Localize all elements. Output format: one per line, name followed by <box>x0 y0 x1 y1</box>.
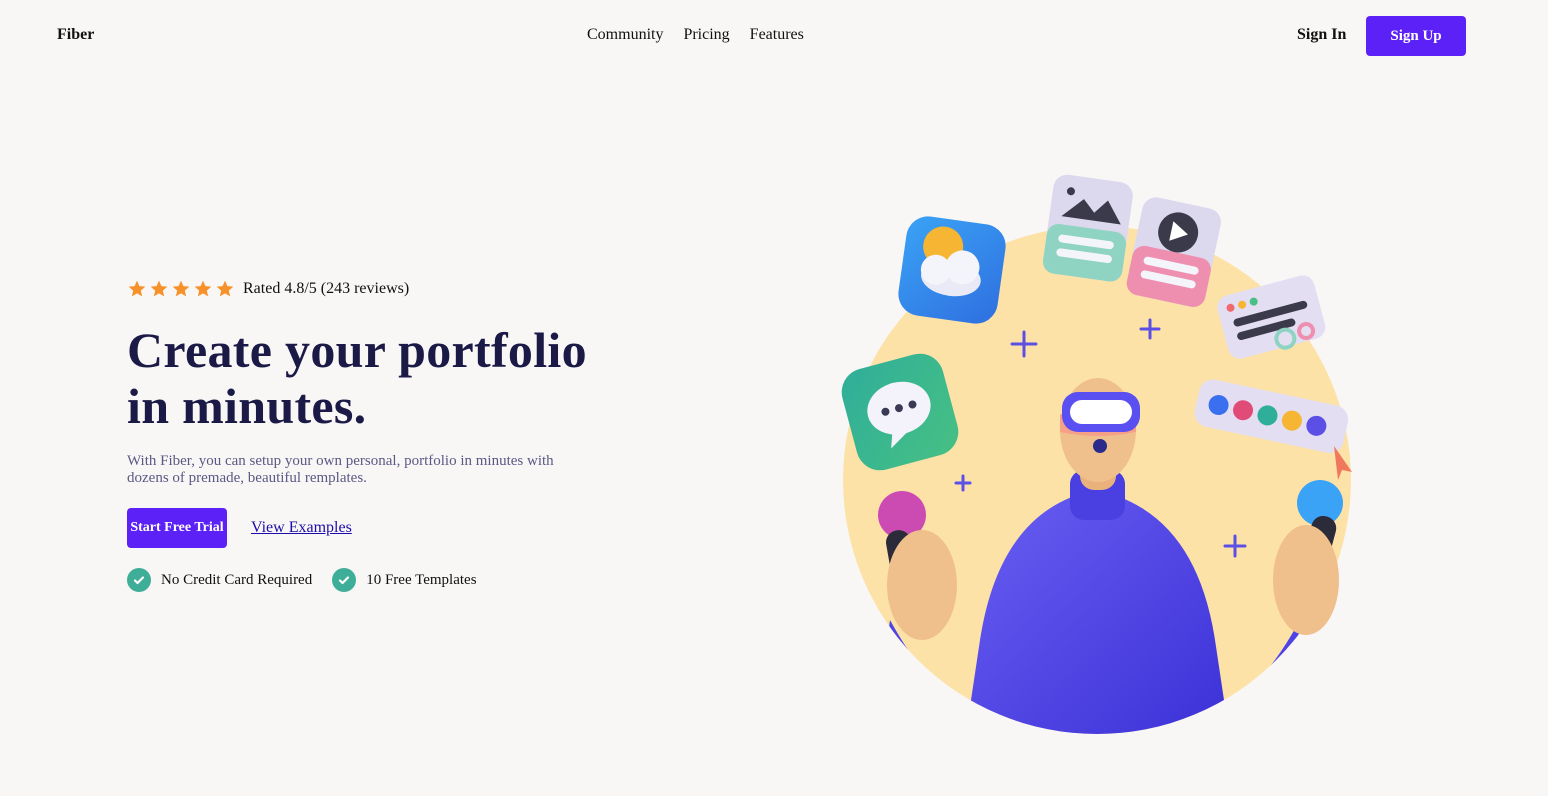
brand-logo[interactable]: Fiber <box>57 26 94 44</box>
rating-stars <box>127 279 235 299</box>
weather-app-icon <box>898 216 1006 324</box>
check-icon <box>127 568 151 592</box>
sign-in-link[interactable]: Sign In <box>1297 26 1346 44</box>
perk-item: No Credit Card Required <box>127 568 312 592</box>
star-icon <box>216 280 234 297</box>
view-examples-link[interactable]: View Examples <box>251 519 352 537</box>
landing-page: Fiber Community Pricing Features Sign In… <box>0 0 1548 796</box>
check-icon <box>332 568 357 592</box>
sign-up-button[interactable]: Sign Up <box>1366 16 1466 56</box>
perk-label: No Credit Card Required <box>161 571 313 588</box>
rating: Rated 4.8/5 (243 reviews) <box>127 279 409 299</box>
perk-item: 10 Free Templates <box>332 568 477 592</box>
main-nav: Community Pricing Features <box>587 26 804 44</box>
nav-link-features[interactable]: Features <box>750 26 804 44</box>
perks-list: No Credit Card Required 10 Free Template… <box>127 568 477 592</box>
star-icon <box>172 280 190 297</box>
hero-illustration <box>841 174 1352 734</box>
headline-line-1: Create your portfolio <box>127 322 587 378</box>
star-icon <box>194 280 212 297</box>
perk-label: 10 Free Templates <box>366 571 477 588</box>
star-icon <box>128 280 146 297</box>
gallery-card-icon <box>1042 174 1133 282</box>
hero-headline: Create your portfolio in minutes. <box>127 322 607 434</box>
rating-text: Rated 4.8/5 (243 reviews) <box>243 280 410 297</box>
start-free-trial-button[interactable]: Start Free Trial <box>127 508 227 548</box>
star-icon <box>150 280 168 297</box>
nav-link-community[interactable]: Community <box>587 26 663 44</box>
hero-description: With Fiber, you can setup your own perso… <box>127 453 554 486</box>
headline-line-2: in minutes. <box>127 378 367 434</box>
nav-link-pricing[interactable]: Pricing <box>683 26 729 44</box>
